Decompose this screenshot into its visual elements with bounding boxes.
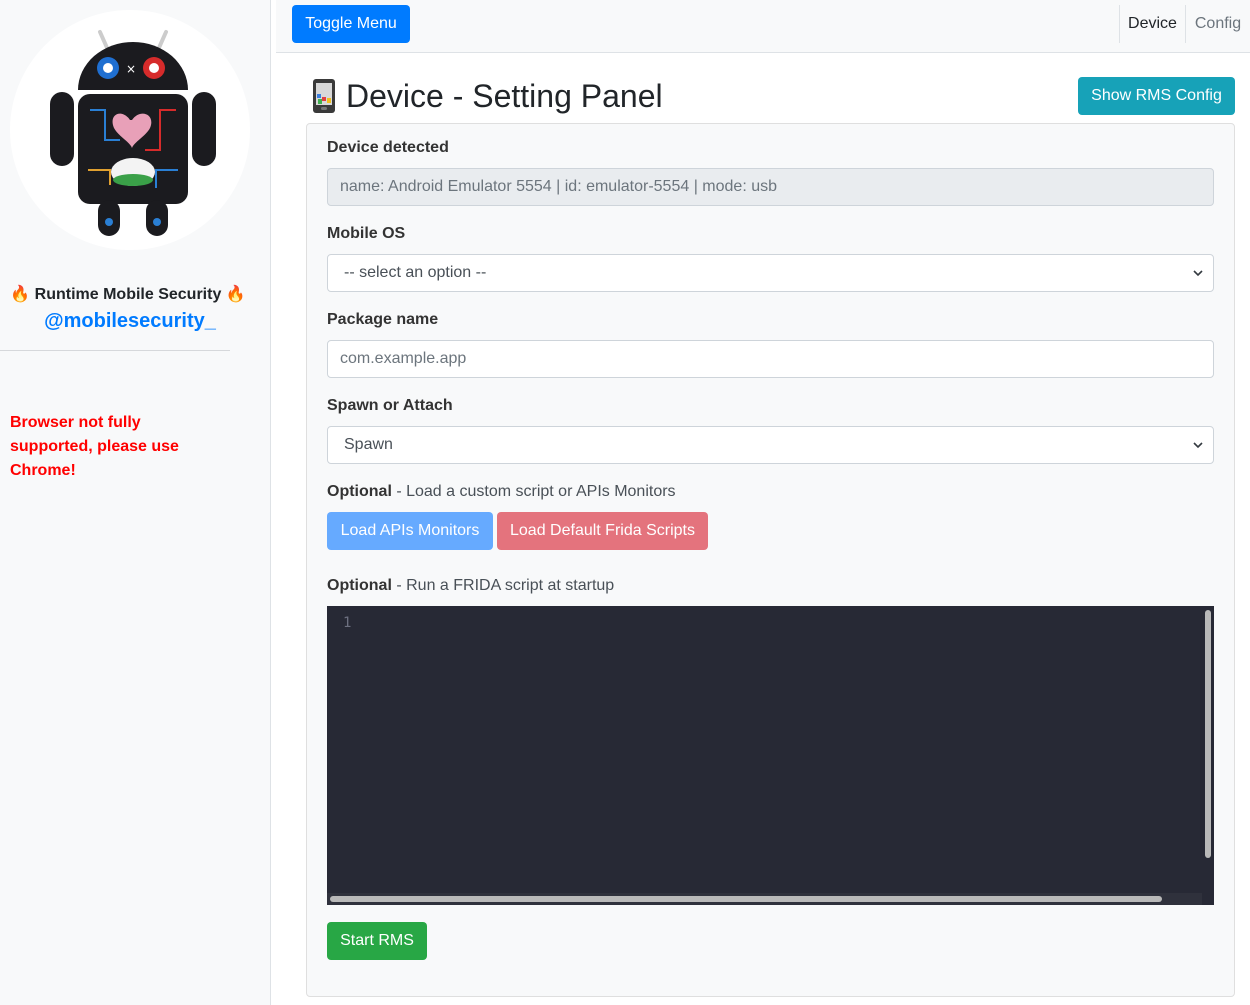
nav-tabs: Device Config [1119,5,1250,43]
optional-run-bold: Optional [327,577,392,594]
load-apis-monitors-button[interactable]: Load APIs Monitors [327,512,493,550]
package-name-input[interactable]: com.example.app [327,340,1214,378]
tab-config[interactable]: Config [1185,5,1250,43]
frida-script-editor[interactable]: 1 [327,606,1214,905]
android-mascot-logo: × [10,10,250,250]
svg-text:×: × [126,62,136,76]
show-rms-config-button[interactable]: Show RMS Config [1078,77,1235,115]
brand-title: 🔥 Runtime Mobile Security 🔥 [10,286,246,303]
editor-vertical-scroll-thumb[interactable] [1205,610,1211,858]
chevron-down-icon [1193,442,1203,449]
page-title: Device - Setting Panel [312,74,663,118]
chevron-down-icon [1193,270,1203,277]
page-title-text: Device - Setting Panel [346,77,663,114]
browser-warning: Browser not fully supported, please use … [10,414,179,479]
tab-device[interactable]: Device [1119,5,1185,43]
spawn-attach-selected-value: Spawn [344,436,393,453]
optional-load-hint: Optional - Load a custom script or APIs … [327,483,676,501]
optional-run-text: - Run a FRIDA script at startup [391,577,615,594]
phone-icon [312,78,336,114]
editor-horizontal-scroll-thumb[interactable] [330,896,1162,902]
mobile-os-label: Mobile OS [327,225,406,242]
optional-load-bold: Optional [327,483,392,500]
optional-load-text: - Load a custom script or APIs Monitors [391,483,676,500]
device-detected-field: name: Android Emulator 5554 | id: emulat… [327,168,1214,206]
start-rms-button[interactable]: Start RMS [327,922,427,960]
editor-line-number: 1 [343,615,352,631]
mobile-os-select[interactable]: -- select an option -- [327,254,1214,292]
device-detected-label: Device detected [327,139,449,156]
mobile-os-selected-value: -- select an option -- [344,264,487,281]
toggle-menu-button[interactable]: Toggle Menu [292,5,410,43]
optional-run-hint: Optional - Run a FRIDA script at startup [327,577,614,595]
top-navbar: Toggle Menu Device Config [276,0,1250,53]
spawn-attach-label: Spawn or Attach [327,397,453,414]
load-default-frida-scripts-button[interactable]: Load Default Frida Scripts [497,512,708,550]
editor-horizontal-scrollbar[interactable] [327,893,1202,905]
sidebar: × 🔥 Runtime Mobile Security 🔥 @mobilesec… [0,0,271,1005]
sidebar-divider [0,350,230,351]
editor-vertical-scrollbar[interactable] [1202,606,1214,893]
brand-handle-link[interactable]: @mobilesecurity_ [0,310,260,333]
spawn-attach-select[interactable]: Spawn [327,426,1214,464]
package-name-label: Package name [327,311,439,328]
